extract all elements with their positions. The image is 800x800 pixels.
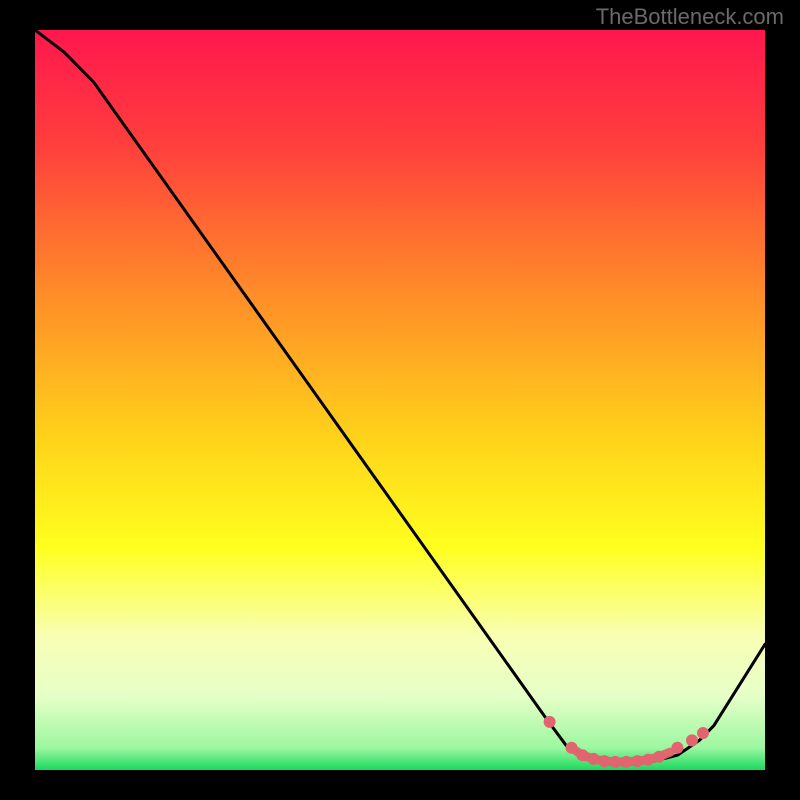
marker-dot: [609, 756, 621, 768]
marker-dot: [620, 756, 632, 768]
marker-dot: [671, 742, 683, 754]
plot-area: [35, 30, 765, 770]
marker-dot: [642, 754, 654, 766]
marker-dot: [653, 751, 665, 763]
chart-svg: [35, 30, 765, 770]
marker-dot: [631, 755, 643, 767]
chart-outer: TheBottleneck.com: [0, 0, 800, 800]
marker-dot: [697, 727, 709, 739]
marker-dot: [598, 755, 610, 767]
gradient-background: [35, 30, 765, 770]
marker-dot: [686, 734, 698, 746]
marker-dot: [566, 742, 578, 754]
marker-dot: [544, 716, 556, 728]
watermark-text: TheBottleneck.com: [596, 4, 784, 30]
marker-dot: [588, 753, 600, 765]
marker-dot: [577, 749, 589, 761]
